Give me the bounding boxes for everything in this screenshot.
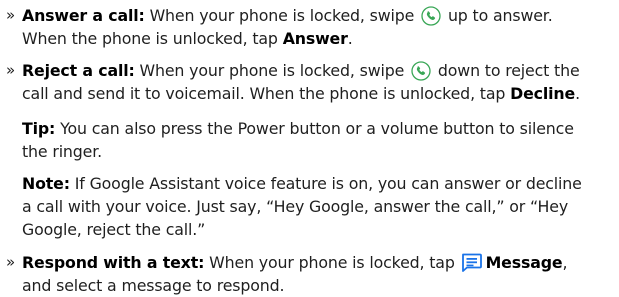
bullet-marker: » [6, 6, 16, 24]
item-title: Reject a call: [22, 61, 135, 80]
list-item-reject-call: » Reject a call: When your phone is lock… [6, 61, 580, 103]
tip-label: Tip: [22, 119, 56, 138]
message-keyword: Message [485, 253, 563, 272]
answer-keyword: Answer [282, 29, 348, 48]
green-phone-icon [421, 6, 441, 26]
list-item-answer-call: » Answer a call: When your phone is lock… [6, 6, 553, 48]
bullet-marker: » [6, 253, 16, 271]
note-label: Note: [22, 174, 70, 193]
list-item-respond-text: » Respond with a text: When your phone i… [6, 253, 568, 295]
item-title: Answer a call: [22, 6, 145, 25]
green-phone-icon [411, 61, 431, 81]
bullet-marker: » [6, 61, 16, 79]
item-title: Respond with a text: [22, 253, 205, 272]
message-icon [461, 253, 482, 272]
tip-paragraph: Tip: You can also press the Power button… [22, 119, 574, 161]
note-paragraph: Note: If Google Assistant voice feature … [22, 174, 582, 239]
document-page: » Answer a call: When your phone is lock… [0, 0, 619, 295]
decline-keyword: Decline [510, 84, 576, 103]
